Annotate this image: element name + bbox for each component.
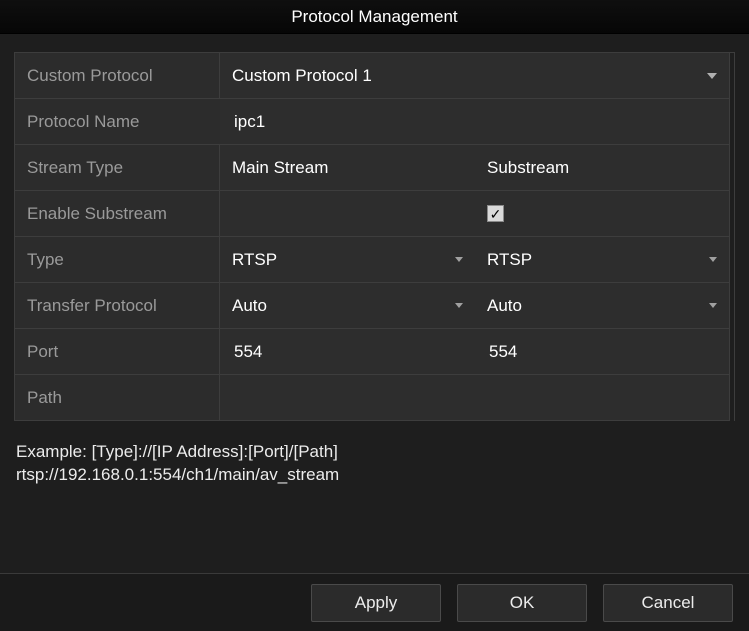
chevron-down-icon	[709, 257, 717, 262]
label-port: Port	[15, 329, 220, 375]
example-text: Example: [Type]://[IP Address]:[Port]/[P…	[14, 441, 735, 487]
chevron-down-icon	[455, 303, 463, 308]
chevron-down-icon	[707, 73, 717, 79]
label-transfer-protocol: Transfer Protocol	[15, 283, 220, 329]
label-path: Path	[15, 375, 220, 421]
chevron-down-icon	[455, 257, 463, 262]
label-custom-protocol: Custom Protocol	[15, 53, 220, 99]
protocol-name-input[interactable]	[232, 111, 717, 133]
transfer-protocol-sub-value: Auto	[487, 296, 522, 316]
enable-substream-main-cell	[220, 191, 475, 237]
protocol-management-dialog: Protocol Management Custom Protocol Cust…	[0, 0, 749, 631]
example-line2: rtsp://192.168.0.1:554/ch1/main/av_strea…	[16, 464, 733, 487]
custom-protocol-select[interactable]: Custom Protocol 1	[220, 53, 730, 99]
label-enable-substream: Enable Substream	[15, 191, 220, 237]
column-header-main: Main Stream	[220, 145, 475, 191]
dialog-title: Protocol Management	[0, 0, 749, 34]
enable-substream-sub-cell: ✓	[475, 191, 730, 237]
custom-protocol-value: Custom Protocol 1	[232, 66, 372, 86]
type-main-value: RTSP	[232, 250, 277, 270]
path-sub-input[interactable]	[487, 387, 717, 409]
dialog-content: Custom Protocol Custom Protocol 1 Protoc…	[0, 34, 749, 573]
path-main-input[interactable]	[232, 387, 463, 409]
ok-button[interactable]: OK	[457, 584, 587, 622]
example-line1: Example: [Type]://[IP Address]:[Port]/[P…	[16, 441, 733, 464]
port-sub-input[interactable]	[487, 341, 717, 363]
column-header-sub: Substream	[475, 145, 730, 191]
chevron-down-icon	[709, 303, 717, 308]
label-type: Type	[15, 237, 220, 283]
port-sub-cell	[475, 329, 730, 375]
path-main-cell	[220, 375, 475, 421]
path-sub-cell	[475, 375, 730, 421]
transfer-protocol-main-select[interactable]: Auto	[220, 283, 475, 329]
transfer-protocol-main-value: Auto	[232, 296, 267, 316]
type-sub-select[interactable]: RTSP	[475, 237, 730, 283]
transfer-protocol-sub-select[interactable]: Auto	[475, 283, 730, 329]
apply-button[interactable]: Apply	[311, 584, 441, 622]
enable-substream-checkbox[interactable]: ✓	[487, 205, 504, 222]
settings-grid: Custom Protocol Custom Protocol 1 Protoc…	[14, 52, 735, 421]
protocol-name-field-cell	[220, 99, 730, 145]
type-sub-value: RTSP	[487, 250, 532, 270]
port-main-cell	[220, 329, 475, 375]
cancel-button[interactable]: Cancel	[603, 584, 733, 622]
dialog-footer: Apply OK Cancel	[0, 573, 749, 631]
label-stream-type: Stream Type	[15, 145, 220, 191]
port-main-input[interactable]	[232, 341, 463, 363]
label-protocol-name: Protocol Name	[15, 99, 220, 145]
type-main-select[interactable]: RTSP	[220, 237, 475, 283]
